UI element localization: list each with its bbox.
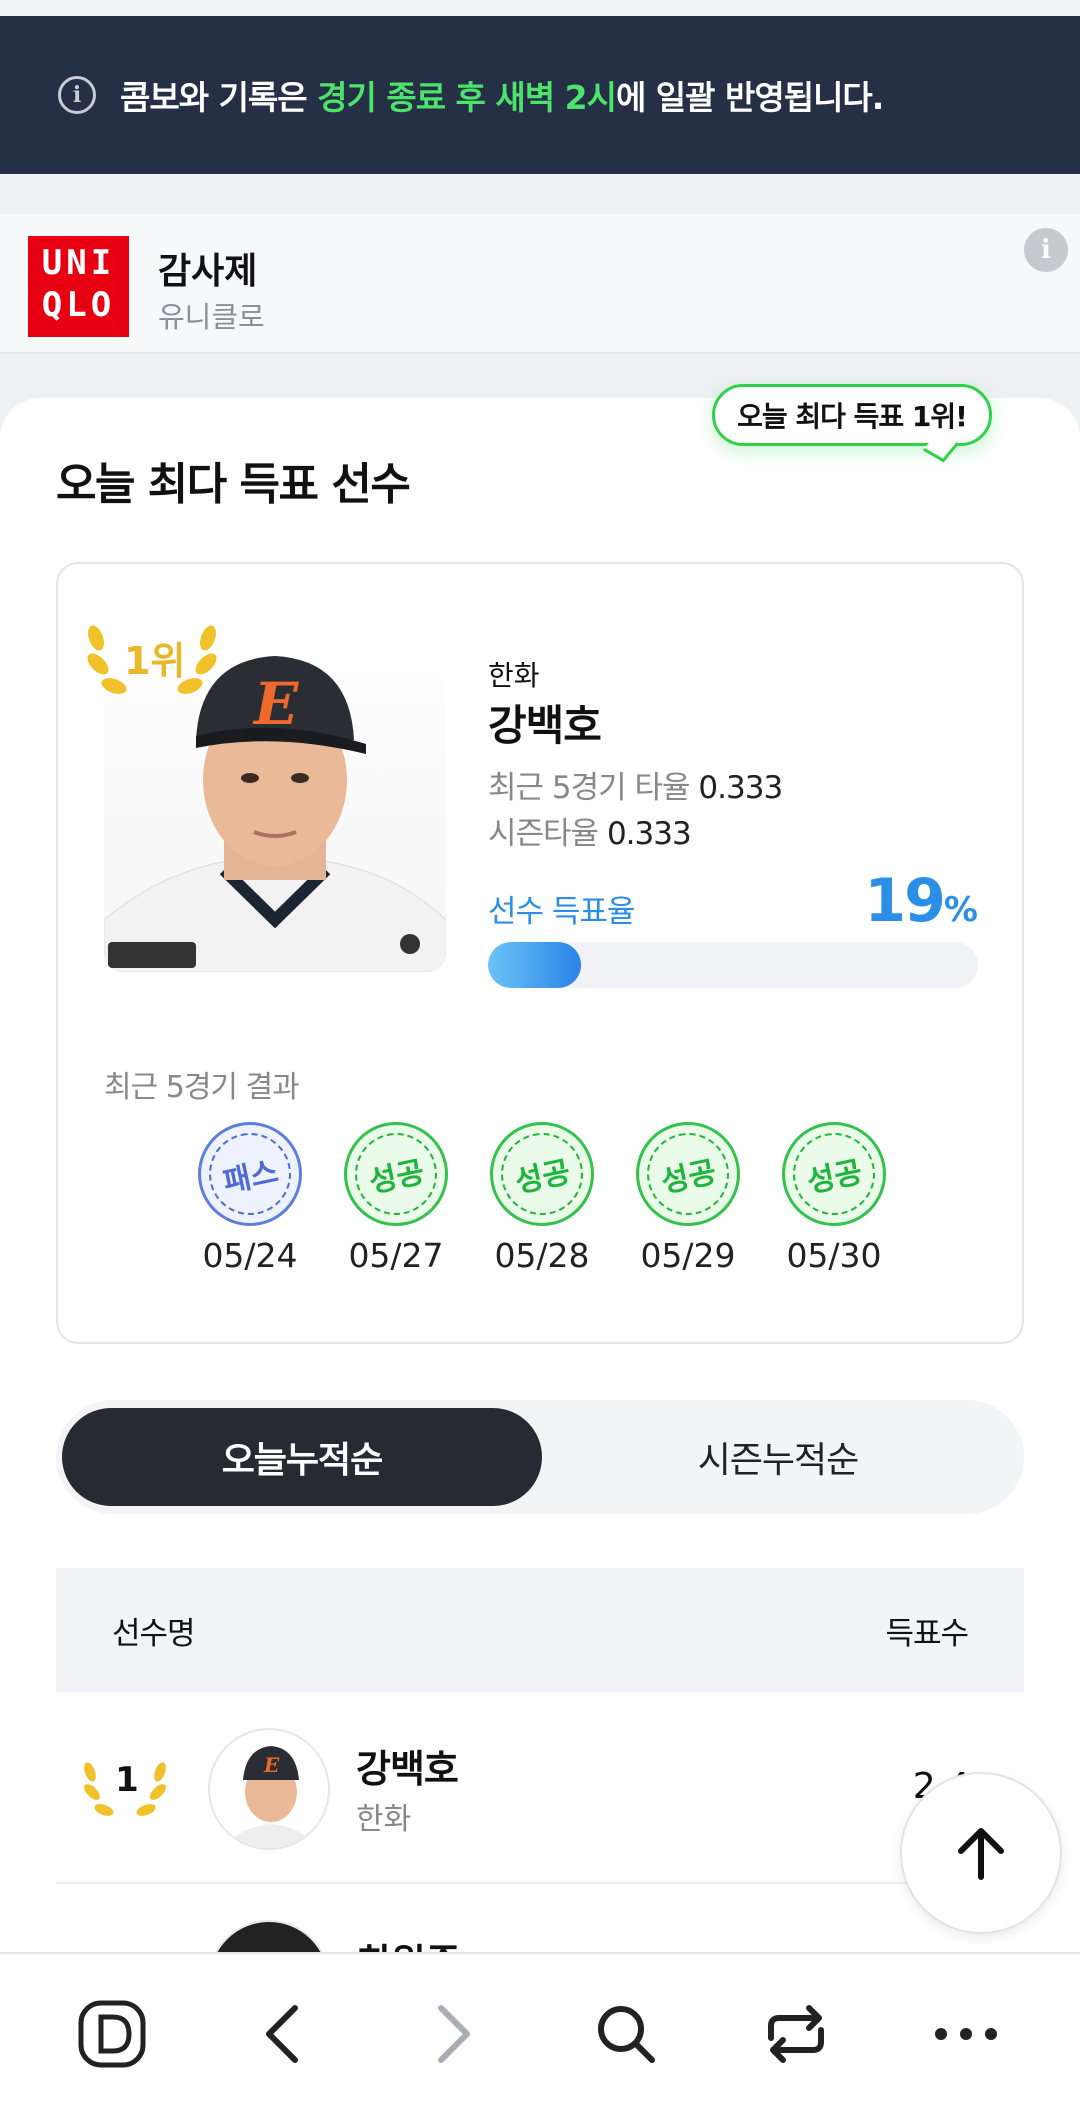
svg-text:E: E <box>263 1753 280 1777</box>
info-icon: i <box>58 76 96 114</box>
result-item: 성공 05/29 <box>626 1112 750 1275</box>
success-stamp: 성공 <box>626 1112 750 1236</box>
tabs-switch-button[interactable] <box>746 1984 846 2084</box>
d-logo-button[interactable] <box>62 1984 162 2084</box>
vote-pct-unit: % <box>943 890 978 930</box>
back-button[interactable] <box>232 1984 332 2084</box>
season-avg-value: 0.333 <box>606 816 692 852</box>
notice-highlight: 경기 종료 후 새벽 2시 <box>317 78 617 117</box>
rank-badge: 1위 <box>124 639 186 683</box>
player-name: 강백호 <box>488 701 602 750</box>
section-title: 오늘 최다 득표 선수 <box>56 459 411 510</box>
season-avg-label: 시즌타율 <box>488 816 599 852</box>
table-row[interactable]: 1 E 강백호 한화 2,4 <box>56 1692 1024 1884</box>
more-button[interactable] <box>916 1984 1016 2084</box>
sort-tabs: 오늘누적순 시즌누적순 <box>56 1400 1024 1514</box>
forward-icon <box>438 2005 470 2063</box>
row-rank: 1 <box>115 1760 139 1800</box>
notice-text: 콤보와 기록은 경기 종료 후 새벽 2시에 일괄 반영됩니다. <box>120 71 884 119</box>
sponsor-subtitle: 유니클로 <box>158 300 265 334</box>
pass-stamp: 패스 <box>188 1112 312 1236</box>
result-item: 성공 05/30 <box>772 1112 896 1275</box>
table-header: 선수명 득표수 <box>56 1568 1024 1692</box>
forward-button[interactable] <box>404 1984 504 2084</box>
sponsor-title: 감사제 <box>158 251 258 292</box>
sponsor-banner[interactable]: UNI QLO 감사제 유니클로 i <box>0 214 1080 354</box>
result-item: 성공 05/28 <box>480 1112 604 1275</box>
row-player-team: 한화 <box>356 1802 412 1837</box>
sponsor-info-icon[interactable]: i <box>1024 228 1068 272</box>
vote-rate-bar <box>488 942 978 988</box>
result-date: 05/30 <box>786 1236 882 1275</box>
search-button[interactable] <box>576 1984 676 2084</box>
col-player-name: 선수명 <box>112 1616 196 1652</box>
vote-rate-label: 선수 득표율 <box>488 894 635 930</box>
logo-line-2: QLO <box>41 285 116 325</box>
vote-rate-value: 19% <box>864 866 978 936</box>
result-item: 성공 05/27 <box>334 1112 458 1275</box>
recent-avg-value: 0.333 <box>698 770 783 806</box>
recent-results-label: 최근 5경기 결과 <box>104 1070 300 1105</box>
arrow-up-icon <box>958 1828 1004 1880</box>
uniqlo-logo: UNI QLO <box>28 236 129 337</box>
search-icon <box>598 2006 655 2063</box>
row-player-name: 강백호 <box>356 1747 459 1791</box>
recent-avg-label: 최근 5경기 타율 <box>488 770 691 806</box>
back-icon <box>266 2005 298 2063</box>
success-stamp: 성공 <box>334 1112 458 1236</box>
tabs-switch-icon <box>768 2005 824 2063</box>
result-item: 패스 05/24 <box>188 1112 312 1275</box>
more-icon <box>935 2028 997 2040</box>
col-vote-count: 득표수 <box>885 1616 969 1652</box>
top-vote-bubble: 오늘 최다 득표 1위! <box>712 384 992 463</box>
top-player-card[interactable]: E 1위 한화 강백호 최근 5경기 타율 0.333 시즌타율 0.333 선… <box>56 562 1024 1344</box>
bubble-label: 오늘 최다 득표 1위! <box>737 400 968 433</box>
avatar: E <box>208 1728 330 1850</box>
recent-avg: 최근 5경기 타율 0.333 <box>488 762 783 807</box>
d-logo-icon <box>78 2000 146 2068</box>
vote-rate-fill <box>488 942 582 988</box>
result-date: 05/28 <box>494 1236 590 1275</box>
top-strip <box>0 0 1080 16</box>
tab-season[interactable]: 시즌누적순 <box>538 1408 1018 1506</box>
scroll-to-top-button[interactable] <box>900 1772 1062 1934</box>
success-stamp: 성공 <box>772 1112 896 1236</box>
player-team: 한화 <box>488 659 540 692</box>
tab-today[interactable]: 오늘누적순 <box>62 1408 542 1506</box>
browser-bottom-nav <box>0 1952 1080 2109</box>
recent-results: 패스 05/24 성공 05/27 성공 05/28 성공 05/29 성공 05/30 <box>188 1112 896 1275</box>
notice-banner: i 콤보와 기록은 경기 종료 후 새벽 2시에 일괄 반영됩니다. <box>0 16 1080 174</box>
svg-text:E: E <box>252 670 299 738</box>
notice-text-pre: 콤보와 기록은 <box>120 78 318 117</box>
result-date: 05/24 <box>202 1236 298 1275</box>
result-date: 05/27 <box>348 1236 444 1275</box>
logo-line-1: UNI <box>41 243 116 283</box>
vote-pct-number: 19 <box>864 866 945 936</box>
success-stamp: 성공 <box>480 1112 604 1236</box>
notice-text-post: 에 일괄 반영됩니다. <box>615 78 884 117</box>
season-avg: 시즌타율 0.333 <box>488 808 692 853</box>
result-date: 05/29 <box>640 1236 736 1275</box>
